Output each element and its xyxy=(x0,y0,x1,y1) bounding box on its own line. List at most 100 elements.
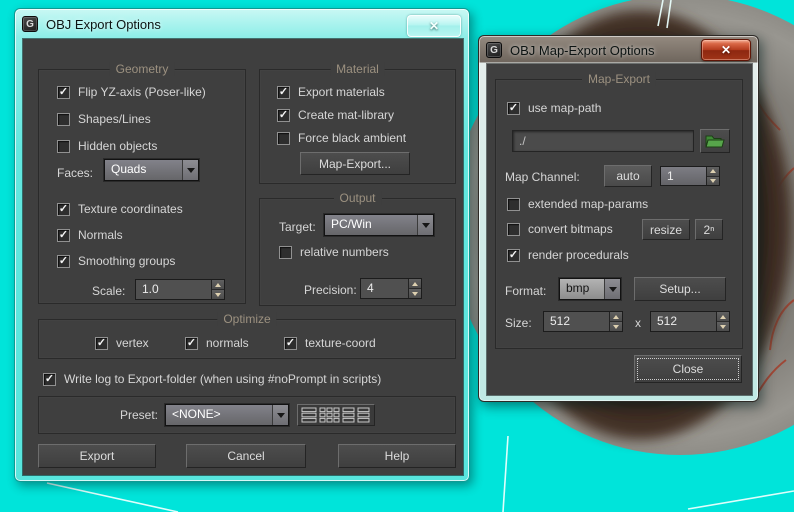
spin-down-icon[interactable] xyxy=(610,321,622,331)
checkbox-optimize-normals[interactable]: ✓ normals xyxy=(185,336,249,350)
map-channel-label: Map Channel: xyxy=(505,170,580,184)
spin-up-icon[interactable] xyxy=(610,312,622,321)
checkbox-texture-coordinates[interactable]: ✓ Texture coordinates xyxy=(57,202,183,216)
checkbox-create-matlib[interactable]: ✓ Create mat-library xyxy=(277,108,394,122)
chevron-down-icon[interactable] xyxy=(272,405,288,425)
chevron-down-icon[interactable] xyxy=(417,215,433,235)
checkbox-label: use map-path xyxy=(528,101,602,115)
checkbox-label: Texture coordinates xyxy=(78,202,183,216)
checkbox-label: extended map-params xyxy=(528,197,649,211)
size-width-value: 512 xyxy=(550,314,571,328)
check-icon: ✓ xyxy=(58,202,69,215)
checkbox-label: relative numbers xyxy=(300,245,389,259)
close-dialog-button[interactable]: Close xyxy=(634,355,742,383)
check-icon: ✓ xyxy=(285,336,296,349)
checkbox-box xyxy=(57,112,70,126)
power-of-two-button[interactable]: 2ⁿ xyxy=(695,219,723,240)
checkbox-box: ✓ xyxy=(277,85,290,99)
obj-map-export-options-window[interactable]: G OBJ Map-Export Options ✕ Map-Export ✓ … xyxy=(478,35,759,402)
spinner-buttons[interactable] xyxy=(716,312,729,331)
spinner-buttons[interactable] xyxy=(408,279,421,298)
checkbox-box xyxy=(277,131,290,145)
spin-up-icon[interactable] xyxy=(212,280,224,289)
checkbox-label: texture-coord xyxy=(305,336,376,350)
size-separator: x xyxy=(635,316,641,330)
spin-up-icon[interactable] xyxy=(409,279,421,288)
spin-down-icon[interactable] xyxy=(212,289,224,299)
spin-up-icon[interactable] xyxy=(707,167,719,176)
checkbox-normals[interactable]: ✓ Normals xyxy=(57,228,123,242)
group-title: Optimize xyxy=(217,312,277,326)
checkbox-box: ✓ xyxy=(57,85,70,99)
checkbox-optimize-texture-coord[interactable]: ✓ texture-coord xyxy=(284,336,376,350)
scale-label: Scale: xyxy=(92,284,126,298)
checkbox-write-log[interactable]: ✓ Write log to Export-folder (when using… xyxy=(43,372,381,386)
size-label: Size: xyxy=(505,316,532,330)
export-button[interactable]: Export xyxy=(38,444,156,468)
preset-dropdown[interactable]: <NONE> xyxy=(164,403,290,427)
check-icon: ✓ xyxy=(508,101,519,114)
spinner-buttons[interactable] xyxy=(706,167,719,185)
spin-down-icon[interactable] xyxy=(409,288,421,298)
checkbox-export-materials[interactable]: ✓ Export materials xyxy=(277,85,385,99)
check-icon: ✓ xyxy=(44,372,55,385)
preset-label: Preset: xyxy=(120,408,159,422)
map-path-input[interactable]: ./ xyxy=(512,130,694,152)
preset-manager-button[interactable] xyxy=(297,404,375,426)
geometry-group: Geometry ✓ Flip YZ-axis (Poser-like) Sha… xyxy=(38,62,246,304)
target-dropdown[interactable]: PC/Win xyxy=(323,213,435,237)
resize-button[interactable]: resize xyxy=(642,219,690,240)
checkbox-extended-map-params[interactable]: extended map-params xyxy=(507,197,648,211)
close-button[interactable]: ✕ xyxy=(407,15,461,37)
checkbox-optimize-vertex[interactable]: ✓ vertex xyxy=(95,336,149,350)
chevron-down-icon[interactable] xyxy=(604,279,620,299)
map-dialog-client: Map-Export ✓ use map-path ./ Map Channel… xyxy=(487,64,752,395)
help-button[interactable]: Help xyxy=(338,444,456,468)
export-window-titlebar[interactable]: G OBJ Export Options xyxy=(15,9,469,39)
cancel-button[interactable]: Cancel xyxy=(186,444,306,468)
check-icon: ✓ xyxy=(186,336,197,349)
check-icon: ✓ xyxy=(96,336,107,349)
setup-button[interactable]: Setup... xyxy=(634,277,726,301)
group-title: Output xyxy=(333,191,382,205)
close-icon: ✕ xyxy=(720,43,732,57)
browse-folder-button[interactable] xyxy=(700,129,730,153)
close-button[interactable]: ✕ xyxy=(701,39,751,61)
chevron-down-icon[interactable] xyxy=(182,160,198,180)
precision-value: 4 xyxy=(367,281,374,295)
spin-up-icon[interactable] xyxy=(717,312,729,321)
dropdown-value: PC/Win xyxy=(331,217,372,231)
dropdown-value: <NONE> xyxy=(172,407,221,421)
spinner-buttons[interactable] xyxy=(211,280,224,299)
checkbox-use-map-path[interactable]: ✓ use map-path xyxy=(507,101,601,115)
size-height-spinner[interactable]: 512 xyxy=(650,311,730,332)
checkbox-force-black-ambient[interactable]: Force black ambient xyxy=(277,131,406,145)
checkbox-label: convert bitmaps xyxy=(528,222,613,236)
checkbox-label: Export materials xyxy=(298,85,385,99)
spinner-buttons[interactable] xyxy=(609,312,622,331)
checkbox-label: normals xyxy=(206,336,249,350)
faces-dropdown[interactable]: Quads xyxy=(103,158,200,182)
map-channel-spinner[interactable]: 1 xyxy=(660,166,720,186)
checkbox-flip-yz[interactable]: ✓ Flip YZ-axis (Poser-like) xyxy=(57,85,206,99)
size-width-spinner[interactable]: 512 xyxy=(543,311,623,332)
checkbox-box: ✓ xyxy=(185,336,198,350)
checkbox-shapes-lines[interactable]: Shapes/Lines xyxy=(57,112,151,126)
scale-spinner[interactable]: 1.0 xyxy=(135,279,225,300)
auto-button[interactable]: auto xyxy=(604,165,652,187)
checkbox-render-procedurals[interactable]: ✓ render procedurals xyxy=(507,248,629,262)
check-icon: ✓ xyxy=(58,228,69,241)
checkbox-relative-numbers[interactable]: relative numbers xyxy=(279,245,389,259)
spin-down-icon[interactable] xyxy=(717,321,729,331)
map-export-button[interactable]: Map-Export... xyxy=(300,152,410,175)
obj-export-options-window[interactable]: G OBJ Export Options ✕ Geometry ✓ Flip Y… xyxy=(14,8,470,482)
checkbox-smoothing-groups[interactable]: ✓ Smoothing groups xyxy=(57,254,175,268)
checkbox-label: Create mat-library xyxy=(298,108,395,122)
format-dropdown[interactable]: bmp xyxy=(558,277,622,301)
spin-down-icon[interactable] xyxy=(707,175,719,185)
checkbox-box xyxy=(57,139,70,153)
checkbox-hidden-objects[interactable]: Hidden objects xyxy=(57,139,157,153)
checkbox-convert-bitmaps[interactable]: convert bitmaps xyxy=(507,222,613,236)
checkbox-label: Force black ambient xyxy=(298,131,407,145)
precision-spinner[interactable]: 4 xyxy=(360,278,422,299)
